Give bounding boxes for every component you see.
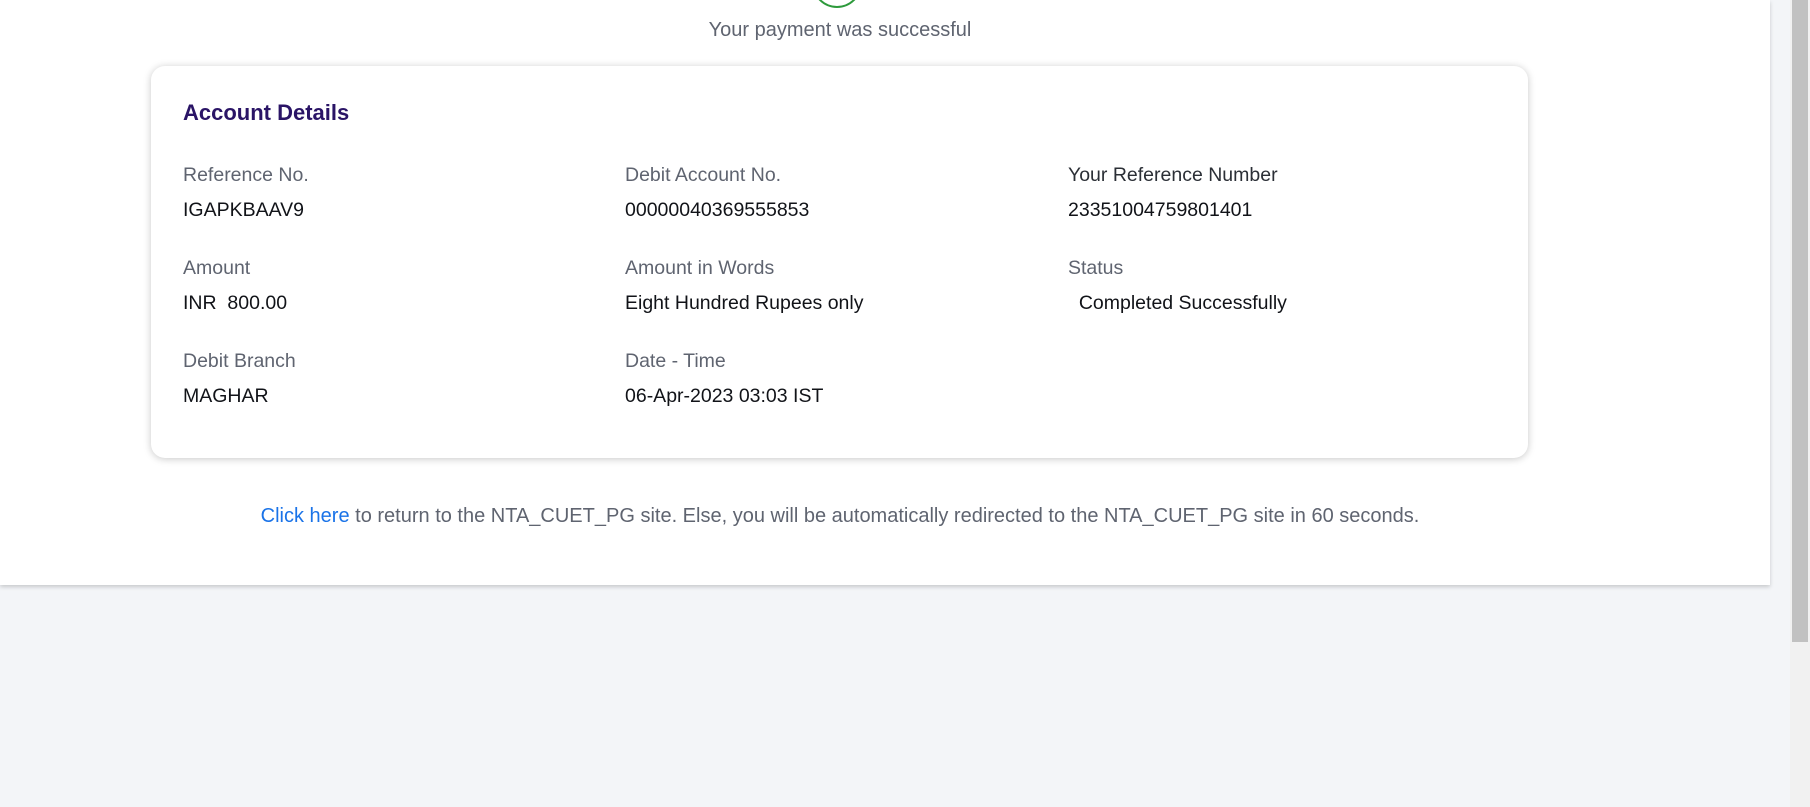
click-here-link[interactable]: Click here: [261, 505, 350, 527]
card-title: Account Details: [183, 100, 350, 125]
field-value: 06-Apr-2023 03:03 IST: [625, 385, 824, 407]
field-label: Reference No.: [183, 164, 309, 186]
debit-branch-field: Debit Branch MAGHAR: [183, 350, 603, 408]
field-value: MAGHAR: [183, 385, 269, 407]
success-check-icon: [812, 0, 862, 8]
your-reference-number-field: Your Reference Number 23351004759801401: [1068, 164, 1488, 222]
field-value: INR 800.00: [183, 292, 288, 314]
amount-in-words-field: Amount in Words Eight Hundred Rupees onl…: [625, 257, 1045, 315]
amount-field: Amount INR 800.00: [183, 257, 603, 315]
date-time-field: Date - Time 06-Apr-2023 03:03 IST: [625, 350, 1045, 408]
field-value: Eight Hundred Rupees only: [625, 292, 864, 314]
debit-account-no-field: Debit Account No. 00000040369555853: [625, 164, 1045, 222]
field-label: Status: [1068, 257, 1124, 279]
payment-status-message: Your payment was successful: [708, 19, 972, 41]
field-label: Date - Time: [625, 350, 726, 372]
redirect-message: to return to the NTA_CUET_PG site. Else,…: [349, 505, 1420, 527]
redirect-notice: Click here to return to the NTA_CUET_PG …: [0, 505, 1680, 528]
field-label: Amount: [183, 257, 251, 279]
field-label: Debit Account No.: [625, 164, 782, 186]
account-details-card: Account Details Reference No. IGAPKBAAV9…: [151, 66, 1528, 458]
scrollbar-thumb[interactable]: [1792, 0, 1808, 642]
field-label: Your Reference Number: [1068, 164, 1278, 186]
payment-result-panel: Your payment was successful Account Deta…: [0, 0, 1770, 585]
field-value: 23351004759801401: [1068, 199, 1253, 221]
field-label: Amount in Words: [625, 257, 775, 279]
field-value: 00000040369555853: [625, 199, 810, 221]
reference-no-field: Reference No. IGAPKBAAV9: [183, 164, 603, 222]
field-value: IGAPKBAAV9: [183, 199, 305, 221]
vertical-scrollbar[interactable]: [1790, 0, 1810, 807]
field-label: Debit Branch: [183, 350, 296, 372]
status-field: Status Completed Successfully: [1068, 257, 1488, 315]
status-value: Completed Successfully: [1068, 292, 1287, 314]
